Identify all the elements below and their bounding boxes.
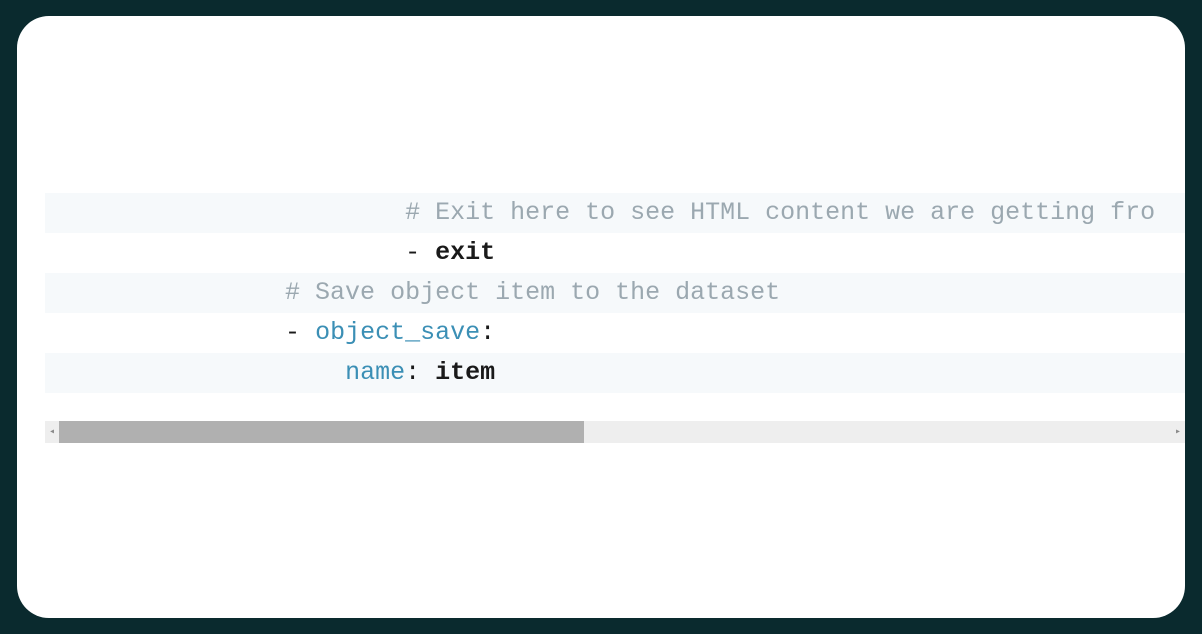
code-line: # Exit here to see HTML content we are g…: [45, 193, 1185, 233]
code-card: # Exit here to see HTML content we are g…: [17, 16, 1185, 618]
scroll-right-arrow-icon[interactable]: ▸: [1171, 421, 1185, 443]
comment-text: # Exit here to see HTML content we are g…: [405, 198, 1155, 227]
comment-text: # Save object item to the dataset: [285, 278, 780, 307]
scroll-left-arrow-icon[interactable]: ◂: [45, 421, 59, 443]
code-line: # Save object item to the dataset: [45, 273, 1185, 313]
dash: -: [285, 318, 315, 347]
indent: [45, 318, 285, 347]
code-line: name: item: [45, 353, 1185, 393]
indent: [45, 198, 405, 227]
colon: :: [405, 358, 435, 387]
code-line: - object_save:: [45, 313, 1185, 353]
key-name: name: [345, 358, 405, 387]
value-item: item: [435, 358, 495, 387]
key-object-save: object_save: [315, 318, 480, 347]
indent: [45, 238, 405, 267]
code-line: - exit: [45, 233, 1185, 273]
indent: [45, 278, 285, 307]
horizontal-scrollbar[interactable]: ◂ ▸: [45, 421, 1185, 443]
keyword-exit: exit: [435, 238, 495, 267]
dash: -: [405, 238, 435, 267]
code-block: # Exit here to see HTML content we are g…: [45, 193, 1185, 393]
colon: :: [480, 318, 495, 347]
scrollbar-thumb[interactable]: [59, 421, 584, 443]
indent: [45, 358, 345, 387]
